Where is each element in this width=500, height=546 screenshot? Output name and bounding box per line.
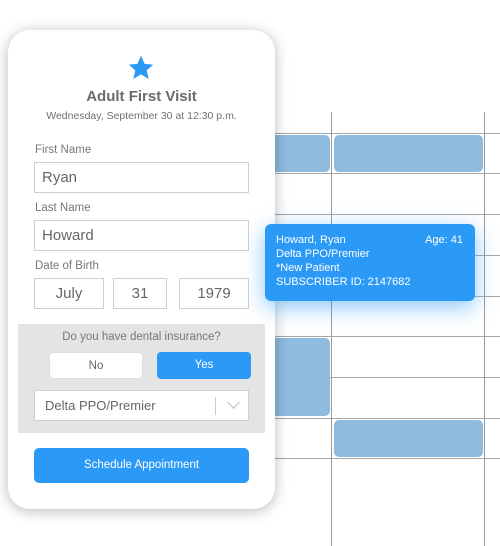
insurance-section: Do you have dental insurance? No Yes Del… [18,324,265,433]
last-name-field[interactable]: Howard [34,220,249,251]
row-divider [260,133,500,134]
patient-status: *New Patient [276,262,340,274]
selected-plan: Delta PPO/Premier [45,398,156,413]
appointment-datetime: Wednesday, September 30 at 12:30 p.m. [46,110,237,122]
row-divider [260,336,500,337]
row-divider [260,173,500,174]
dob-label: Date of Birth [35,260,99,272]
yes-button[interactable]: Yes [157,352,251,379]
booked-slot[interactable] [334,135,483,172]
select-divider [215,397,216,415]
column-divider [331,112,332,546]
patient-tooltip: Howard, Ryan Age: 41 Delta PPO/Premier *… [265,224,475,301]
chevron-down-icon[interactable] [227,396,240,409]
patient-plan: Delta PPO/Premier [276,248,370,260]
column-divider [484,112,485,546]
row-divider [260,458,500,459]
insurance-question: Do you have dental insurance? [62,331,221,343]
row-divider [260,214,500,215]
subscriber-id: SUBSCRIBER ID: 2147682 [276,276,411,288]
no-button[interactable]: No [49,352,143,379]
row-divider [260,418,500,419]
last-name-label: Last Name [35,202,91,214]
dob-day-field[interactable]: 31 [113,278,167,309]
form-title: Adult First Visit [86,88,197,105]
appointment-form-card: Adult First Visit Wednesday, September 3… [8,30,275,509]
booked-slot[interactable] [334,420,483,457]
dob-month-field[interactable]: July [34,278,104,309]
first-name-field[interactable]: Ryan [34,162,249,193]
insurance-plan-select[interactable]: Delta PPO/Premier [34,390,249,421]
dob-year-field[interactable]: 1979 [179,278,249,309]
patient-age: Age: 41 [425,234,463,246]
first-name-label: First Name [35,144,92,156]
star-icon [128,55,154,79]
schedule-appointment-button[interactable]: Schedule Appointment [34,448,249,483]
